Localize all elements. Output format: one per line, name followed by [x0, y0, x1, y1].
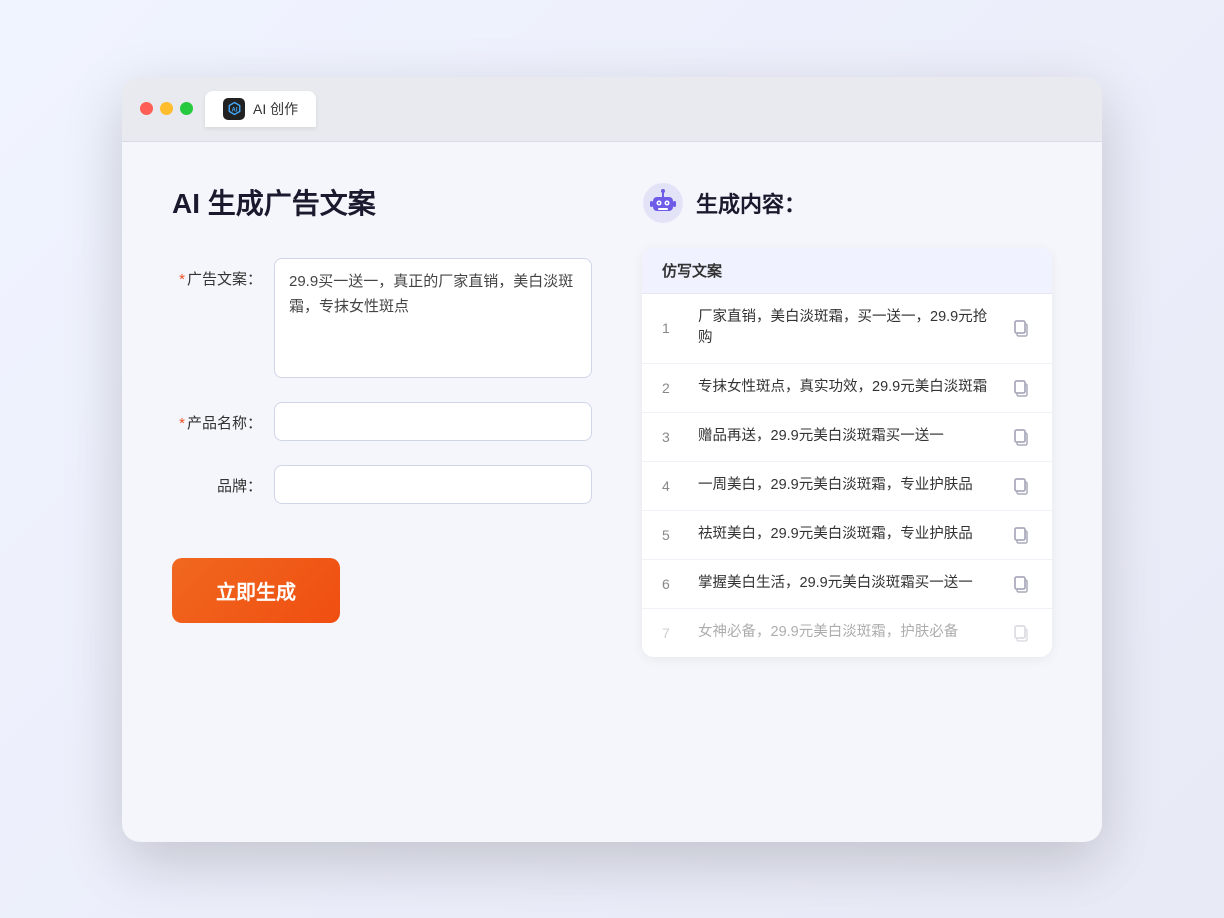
generate-button[interactable]: 立即生成: [172, 558, 340, 623]
result-number: 2: [662, 380, 684, 396]
robot-icon: [642, 182, 684, 224]
brand-row: 品牌： 好白: [172, 465, 592, 504]
result-number: 1: [662, 320, 684, 336]
result-text: 掌握美白生活，29.9元美白淡斑霜买一送一: [698, 573, 996, 595]
copy-button[interactable]: [1010, 573, 1032, 595]
product-name-label: *产品名称：: [172, 402, 262, 433]
table-row: 5 祛斑美白，29.9元美白淡斑霜，专业护肤品: [642, 511, 1052, 560]
required-star-2: *: [179, 415, 185, 432]
page-title: AI 生成广告文案: [172, 182, 592, 222]
browser-window: AI AI 创作 AI 生成广告文案 *广告文案： 29.9买一送一，真正的厂家…: [122, 77, 1102, 842]
result-number: 7: [662, 625, 684, 641]
left-panel: AI 生成广告文案 *广告文案： 29.9买一送一，真正的厂家直销，美白淡斑霜，…: [172, 182, 592, 802]
result-text: 赠品再送，29.9元美白淡斑霜买一送一: [698, 426, 996, 448]
maximize-button[interactable]: [180, 102, 193, 115]
result-text: 祛斑美白，29.9元美白淡斑霜，专业护肤品: [698, 524, 996, 546]
close-button[interactable]: [140, 102, 153, 115]
result-text: 专抹女性斑点，真实功效，29.9元美白淡斑霜: [698, 377, 996, 399]
traffic-lights: [140, 102, 193, 115]
table-row: 7 女神必备，29.9元美白淡斑霜，护肤必备: [642, 609, 1052, 657]
required-star-1: *: [179, 271, 185, 288]
table-row: 6 掌握美白生活，29.9元美白淡斑霜买一送一: [642, 560, 1052, 609]
product-name-row: *产品名称： 美白淡斑霜: [172, 402, 592, 441]
result-header: 生成内容：: [642, 182, 1052, 224]
copy-button[interactable]: [1010, 426, 1032, 448]
ad-copy-row: *广告文案： 29.9买一送一，真正的厂家直销，美白淡斑霜，专抹女性斑点: [172, 258, 592, 378]
table-row: 4 一周美白，29.9元美白淡斑霜，专业护肤品: [642, 462, 1052, 511]
result-title: 生成内容：: [696, 187, 806, 219]
ad-copy-label: *广告文案：: [172, 258, 262, 289]
result-text: 一周美白，29.9元美白淡斑霜，专业护肤品: [698, 475, 996, 497]
result-number: 3: [662, 429, 684, 445]
copy-button[interactable]: [1010, 622, 1032, 644]
browser-tab[interactable]: AI AI 创作: [205, 91, 316, 127]
result-table-header: 仿写文案: [642, 248, 1052, 294]
copy-button[interactable]: [1010, 317, 1032, 339]
copy-button[interactable]: [1010, 475, 1032, 497]
brand-input[interactable]: 好白: [274, 465, 592, 504]
copy-button[interactable]: [1010, 377, 1032, 399]
result-table: 仿写文案 1 厂家直销，美白淡斑霜，买一送一，29.9元抢购 2 专抹女性斑点，真实功…: [642, 248, 1052, 658]
tab-label: AI 创作: [253, 99, 298, 119]
product-name-input[interactable]: 美白淡斑霜: [274, 402, 592, 441]
result-text: 女神必备，29.9元美白淡斑霜，护肤必备: [698, 622, 996, 644]
result-number: 5: [662, 527, 684, 543]
copy-button[interactable]: [1010, 524, 1032, 546]
ai-tab-icon: AI: [223, 98, 245, 120]
table-row: 2 专抹女性斑点，真实功效，29.9元美白淡斑霜: [642, 364, 1052, 413]
ad-copy-textarea[interactable]: 29.9买一送一，真正的厂家直销，美白淡斑霜，专抹女性斑点: [274, 258, 592, 378]
result-number: 4: [662, 478, 684, 494]
table-row: 1 厂家直销，美白淡斑霜，买一送一，29.9元抢购: [642, 294, 1052, 365]
result-text: 厂家直销，美白淡斑霜，买一送一，29.9元抢购: [698, 307, 996, 351]
browser-content: AI 生成广告文案 *广告文案： 29.9买一送一，真正的厂家直销，美白淡斑霜，…: [122, 142, 1102, 842]
result-number: 6: [662, 576, 684, 592]
titlebar: AI AI 创作: [122, 77, 1102, 142]
brand-label: 品牌：: [172, 465, 262, 496]
svg-text:AI: AI: [231, 108, 237, 114]
table-row: 3 赠品再送，29.9元美白淡斑霜买一送一: [642, 413, 1052, 462]
minimize-button[interactable]: [160, 102, 173, 115]
right-panel: 生成内容： 仿写文案 1 厂家直销，美白淡斑霜，买一送一，29.9元抢购 2 专抹女性…: [642, 182, 1052, 802]
